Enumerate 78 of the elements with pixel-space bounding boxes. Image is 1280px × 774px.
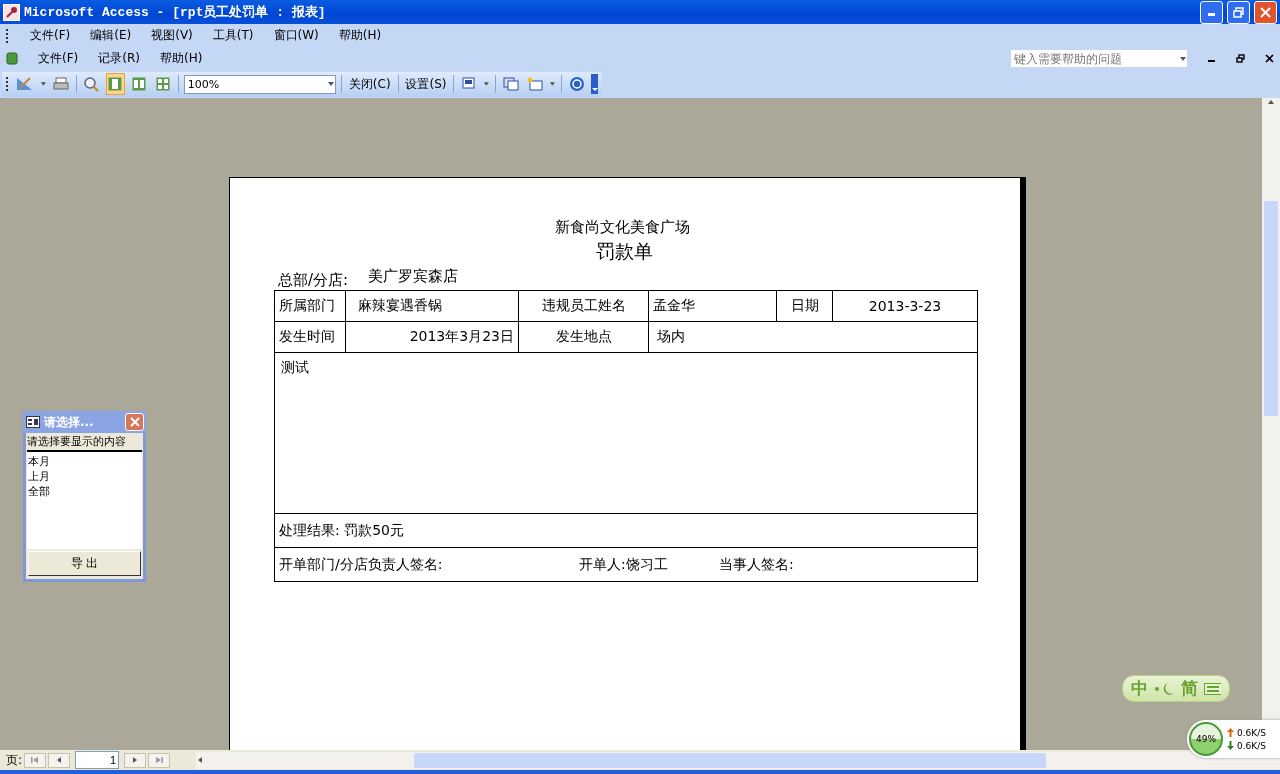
menu-item[interactable]: 视图(V) [151, 27, 193, 44]
menu-item[interactable]: 帮助(H) [338, 27, 382, 44]
table-cell-text: 所属部门 [278, 296, 336, 315]
close-button[interactable] [1254, 0, 1277, 24]
dropdown-arrow-icon[interactable] [483, 80, 491, 88]
upload-rate: 0.6K/S [1237, 727, 1266, 738]
table-cell-text: 发生时间 [278, 327, 336, 346]
page-number-field[interactable]: 1 [75, 751, 120, 769]
result-cell-text: 处理结果: 罚款50元 [278, 520, 405, 540]
signature-cell-text: 开单人:饶习工 [578, 554, 669, 574]
dialog-prompt: 请选择要显示的内容 [26, 434, 127, 450]
window-title: Microsoft Access - [rpt员工处罚单 : 报表] [24, 4, 327, 21]
table-cell: 孟金华 [648, 291, 776, 321]
table-cell: 2013-3-23 [832, 291, 977, 321]
upload-arrow-icon [1227, 728, 1234, 737]
last-page-icon [155, 756, 164, 764]
usage-gauge: 49% [1189, 722, 1223, 756]
zoom-dropdown[interactable]: 100% [183, 74, 336, 94]
last-page-button[interactable] [148, 752, 171, 768]
dropdown-arrow-icon[interactable] [1179, 54, 1187, 63]
minimize-button[interactable] [1200, 0, 1223, 24]
dropdown-arrow-icon[interactable] [549, 80, 557, 88]
toolbar-grip[interactable] [6, 77, 10, 91]
setup-button[interactable]: 设置(S) [403, 75, 449, 93]
menu-item[interactable]: 窗口(W) [273, 27, 319, 44]
first-page-icon [31, 756, 40, 764]
toolbar-options-icon[interactable] [591, 74, 598, 94]
company-name: 新食尚文化美食广场 [553, 218, 691, 237]
signature-cell-text: 当事人签名: [718, 554, 795, 574]
previous-page-button[interactable] [48, 752, 71, 768]
one-page-icon[interactable] [105, 73, 125, 95]
first-page-button[interactable] [24, 752, 47, 768]
menu-item[interactable]: 编辑(E) [90, 27, 132, 44]
download-rate: 0.6K/S [1237, 740, 1266, 751]
signature-cell-text: 开单部门/分店负责人签名: [278, 554, 444, 574]
database-icon [6, 52, 18, 65]
table-cell: 场内 [648, 322, 977, 352]
up-arrow-icon[interactable] [1267, 98, 1275, 106]
list-item[interactable]: 本月 [28, 454, 141, 469]
menu-item[interactable]: 帮助(H) [159, 50, 203, 67]
export-button[interactable]: 导 出 [28, 551, 141, 576]
table-cell: 违规员工姓名 [518, 291, 648, 321]
menu-item[interactable]: 工具(T) [212, 27, 254, 44]
left-arrow-icon[interactable] [196, 756, 205, 764]
horizontal-scrollbar[interactable] [196, 751, 1280, 769]
menu-item[interactable]: 文件(F) [38, 50, 79, 67]
dropdown-arrow-icon[interactable] [327, 80, 335, 88]
restore-icon[interactable] [1236, 54, 1245, 63]
list-item[interactable]: 全部 [28, 484, 141, 499]
close-button[interactable] [125, 413, 144, 431]
branch-label: 总部/分店: [278, 271, 349, 290]
branch-value: 美广罗宾森店 [368, 267, 459, 286]
table-cell: 麻辣宴遇香锅 [345, 291, 518, 321]
table-cell: 日期 [776, 291, 832, 321]
download-arrow-icon [1227, 741, 1234, 750]
close-icon [129, 417, 140, 427]
toolbar-grip[interactable] [6, 28, 10, 43]
report-title: 罚款单 [594, 239, 654, 264]
table-cell: 2013年3月23日 [345, 322, 518, 352]
dropdown-arrow-icon[interactable] [39, 80, 47, 88]
description-cell-text: 测试 [280, 358, 310, 377]
restore-button[interactable] [1227, 0, 1250, 24]
keyboard-icon[interactable] [1203, 682, 1221, 695]
menu-item[interactable]: 文件(F) [30, 27, 71, 44]
restore-icon [1233, 6, 1244, 18]
next-page-button[interactable] [124, 752, 147, 768]
page-label: 页: [6, 751, 23, 769]
help-search-box[interactable]: 键入需要帮助的问题 [1010, 49, 1188, 68]
close-icon[interactable] [1265, 54, 1274, 63]
left-arrow-icon[interactable] [55, 756, 64, 764]
form-icon [26, 416, 40, 428]
dialog-title: 请选择... [44, 413, 95, 431]
close-text-button[interactable]: 关闭(C) [346, 75, 393, 93]
table-cell: 发生地点 [518, 322, 648, 352]
key-icon [3, 3, 20, 21]
menu-item[interactable]: 记录(R) [98, 50, 140, 67]
list-item[interactable]: 上月 [28, 469, 141, 484]
close-icon [1260, 6, 1271, 18]
